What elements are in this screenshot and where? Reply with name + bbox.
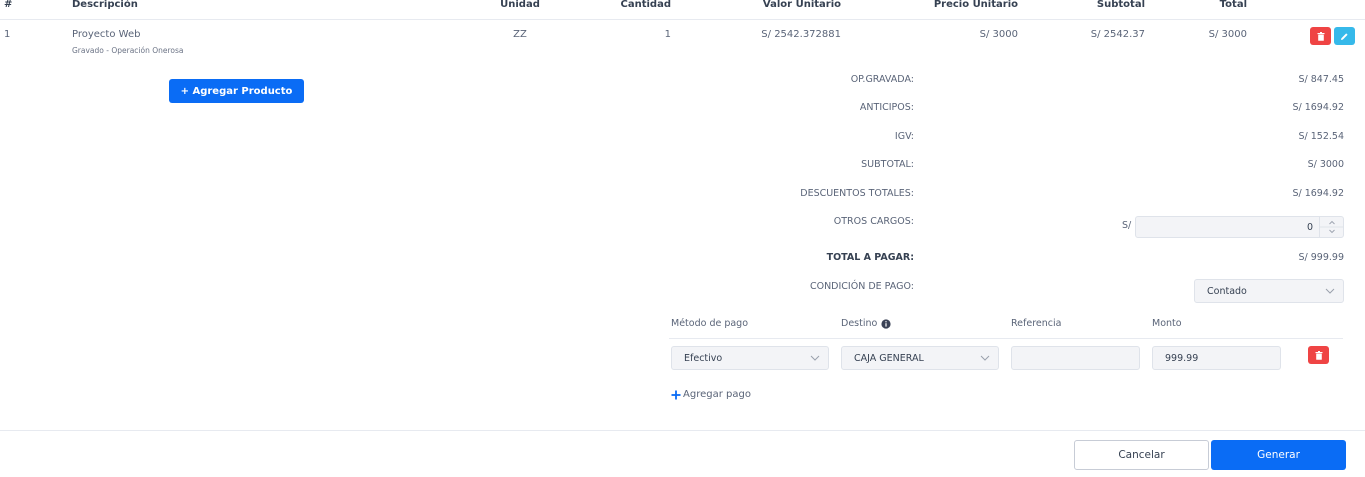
row-total: S/ 3000 — [1208, 29, 1247, 40]
add-product-button[interactable]: + Agregar Producto — [169, 79, 304, 103]
chevron-down-icon — [980, 355, 990, 361]
column-header-quantity: Cantidad — [620, 0, 671, 10]
table-header-divider — [0, 19, 1365, 20]
chevron-down-icon — [810, 355, 820, 361]
condicion-pago-label: CONDICIÓN DE PAGO: — [809, 281, 914, 292]
descuentos-value: S/ 1694.92 — [1292, 188, 1344, 199]
otros-cargos-label: OTROS CARGOS: — [833, 216, 914, 227]
anticipos-value: S/ 1694.92 — [1292, 102, 1344, 113]
payment-column-destination-label: Destino — [841, 318, 878, 329]
delete-item-button[interactable] — [1310, 27, 1331, 45]
payment-amount-value: 999.99 — [1165, 352, 1199, 364]
payment-amount-input[interactable]: 999.99 — [1152, 346, 1281, 370]
row-unit: ZZ — [513, 29, 527, 40]
column-header-unit-value: Valor Unitario — [762, 0, 841, 10]
condicion-pago-value: Contado — [1207, 285, 1247, 297]
column-header-subtotal: Subtotal — [1096, 0, 1145, 10]
payment-reference-input[interactable] — [1011, 346, 1140, 370]
payment-destination-value: CAJA GENERAL — [854, 352, 924, 364]
delete-payment-button[interactable] — [1308, 346, 1329, 364]
payment-column-method: Método de pago — [671, 318, 749, 329]
generate-button[interactable]: Generar — [1211, 440, 1346, 470]
column-header-number: # — [4, 0, 13, 10]
spinner-arrows-icon — [1320, 220, 1344, 234]
info-circle-icon[interactable] — [881, 318, 891, 329]
payment-destination-select[interactable]: CAJA GENERAL — [841, 346, 999, 370]
otros-cargos-stepper[interactable] — [1319, 217, 1344, 237]
payment-column-destination: Destino — [841, 318, 891, 329]
payment-column-amount: Monto — [1152, 318, 1182, 329]
total-a-pagar-label: TOTAL A PAGAR: — [826, 252, 914, 263]
total-a-pagar-value: S/ 999.99 — [1298, 252, 1345, 263]
row-unit-price: S/ 3000 — [979, 29, 1018, 40]
op-gravada-value: S/ 847.45 — [1298, 74, 1345, 85]
payment-header-divider — [669, 338, 1343, 339]
op-gravada-label: OP.GRAVADA: — [850, 74, 914, 85]
column-header-unit-price: Precio Unitario — [933, 0, 1018, 10]
footer-divider — [0, 430, 1365, 431]
payment-method-value: Efectivo — [684, 352, 723, 364]
igv-label: IGV: — [894, 131, 914, 142]
chevron-down-icon — [1325, 288, 1335, 294]
trash-icon — [1315, 350, 1322, 360]
row-description: Proyecto Web — [72, 29, 141, 40]
add-payment-link[interactable]: Agregar pago — [671, 389, 751, 400]
row-subtotal: S/ 2542.37 — [1090, 29, 1145, 40]
column-header-unit: Unidad — [500, 0, 540, 10]
otros-cargos-input[interactable]: 0 — [1135, 216, 1344, 238]
anticipos-label: ANTICIPOS: — [859, 102, 914, 113]
row-number: 1 — [4, 29, 11, 40]
otros-cargos-value: 0 — [1306, 221, 1313, 233]
add-payment-label: Agregar pago — [683, 389, 751, 400]
condicion-pago-select[interactable]: Contado — [1194, 279, 1344, 303]
row-unit-value: S/ 2542.372881 — [761, 29, 841, 40]
subtotal-value: S/ 3000 — [1307, 159, 1344, 170]
payment-column-reference: Referencia — [1011, 318, 1062, 329]
igv-value: S/ 152.54 — [1298, 131, 1345, 142]
pencil-icon — [1341, 32, 1348, 40]
descuentos-label: DESCUENTOS TOTALES: — [800, 188, 914, 199]
trash-icon — [1317, 31, 1324, 41]
column-header-total: Total — [1219, 0, 1247, 10]
row-tax-type: Gravado - Operación Onerosa — [72, 46, 184, 55]
cancel-button[interactable]: Cancelar — [1074, 440, 1209, 470]
column-header-description: Descripción — [72, 0, 138, 10]
edit-item-button[interactable] — [1334, 27, 1355, 45]
row-quantity: 1 — [664, 29, 671, 40]
payment-method-select[interactable]: Efectivo — [671, 346, 829, 370]
otros-cargos-currency: S/ — [1122, 220, 1132, 231]
subtotal-label: SUBTOTAL: — [861, 159, 914, 170]
plus-icon — [671, 390, 681, 399]
